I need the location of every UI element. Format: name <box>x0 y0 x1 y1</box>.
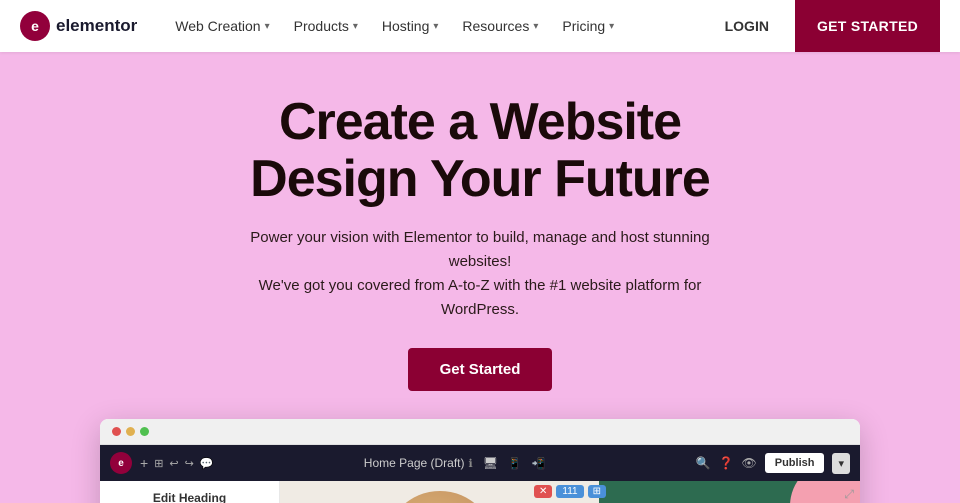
browser-mockup: e + ⊞ ↩ ↪ 💬 Home Page (Draft) ℹ 🖥 📱 📲 🔍 <box>100 419 860 503</box>
chevron-down-icon: ▾ <box>433 21 438 32</box>
nav-right: LOGIN GET STARTED <box>715 0 940 52</box>
page-info-icon: ℹ <box>469 457 473 470</box>
chevron-down-icon: ▾ <box>265 21 270 32</box>
redo-icon[interactable]: ↪ <box>185 457 194 470</box>
page-title-display: Home Page (Draft) ℹ <box>364 456 473 470</box>
grid-icon[interactable]: ⊞ <box>154 457 163 470</box>
editor-canvas: ⟨ ✕ 111 ⊞ SPRING ⤢ <box>280 481 860 503</box>
editor-sidebar: Edit Heading Content Style Advanced ▾ Ti… <box>100 481 280 503</box>
browser-maximize-dot <box>140 427 149 436</box>
cocktail-illustration <box>385 491 495 503</box>
mobile-icon[interactable]: 📲 <box>532 457 546 470</box>
chevron-down-icon: ▾ <box>533 21 538 32</box>
preview-icon[interactable]: 👁 <box>742 456 757 470</box>
nav-items: Web Creation ▾ Products ▾ Hosting ▾ Reso… <box>165 12 714 40</box>
publish-dropdown-arrow[interactable]: ▾ <box>832 453 850 474</box>
sidebar-panel-title: Edit Heading <box>110 491 269 503</box>
login-button[interactable]: LOGIN <box>715 12 779 40</box>
nav-item-web-creation[interactable]: Web Creation ▾ <box>165 12 279 40</box>
cocktail-image <box>385 491 495 503</box>
browser-minimize-dot <box>126 427 135 436</box>
logo-text: elementor <box>56 16 137 36</box>
nav-item-hosting[interactable]: Hosting ▾ <box>372 12 449 40</box>
browser-chrome <box>100 419 860 445</box>
chat-icon[interactable]: 💬 <box>200 457 214 470</box>
chevron-down-icon: ▾ <box>353 21 358 32</box>
browser-close-dot <box>112 427 121 436</box>
editor-toolbar: e + ⊞ ↩ ↪ 💬 Home Page (Draft) ℹ 🖥 📱 📲 🔍 <box>100 445 860 481</box>
get-started-button[interactable]: GET STARTED <box>795 0 940 52</box>
chevron-down-icon: ▾ <box>609 21 614 32</box>
navbar: e elementor Web Creation ▾ Products ▾ Ho… <box>0 0 960 52</box>
search-icon[interactable]: 🔍 <box>696 456 711 470</box>
tablet-icon[interactable]: 📱 <box>508 457 522 470</box>
logo[interactable]: e elementor <box>20 11 137 41</box>
expand-icon[interactable]: ⤢ <box>844 487 854 502</box>
publish-button[interactable]: Publish <box>765 453 825 473</box>
help-icon[interactable]: ❓ <box>719 456 734 470</box>
editor-toolbar-icons: + ⊞ ↩ ↪ 💬 <box>140 455 214 471</box>
elementor-logo-icon: e <box>110 452 132 474</box>
editor-content-area: Edit Heading Content Style Advanced ▾ Ti… <box>100 481 860 503</box>
element-anchor-badge[interactable]: ⊞ <box>588 485 606 498</box>
hero-subtitle: Power your vision with Elementor to buil… <box>230 226 730 322</box>
editor-page-title-area: Home Page (Draft) ℹ 🖥 📱 📲 <box>222 456 688 470</box>
hero-section: Create a Website Design Your Future Powe… <box>0 52 960 503</box>
close-badge[interactable]: ✕ <box>534 485 552 498</box>
logo-icon: e <box>20 11 50 41</box>
undo-icon[interactable]: ↩ <box>169 457 178 470</box>
logo-symbol: e <box>31 18 39 34</box>
editor-right-actions: 🔍 ❓ 👁 <box>696 456 757 470</box>
hero-title: Create a Website Design Your Future <box>20 94 940 208</box>
nav-item-products[interactable]: Products ▾ <box>284 12 368 40</box>
nav-item-pricing[interactable]: Pricing ▾ <box>552 12 624 40</box>
desktop-icon[interactable]: 🖥 <box>483 456 498 470</box>
add-icon[interactable]: + <box>140 455 148 471</box>
canvas-right-panel: SPRING <box>599 481 860 503</box>
hero-cta-button[interactable]: Get Started <box>408 348 553 391</box>
nav-item-resources[interactable]: Resources ▾ <box>452 12 548 40</box>
element-id-badge: 111 <box>556 485 583 498</box>
